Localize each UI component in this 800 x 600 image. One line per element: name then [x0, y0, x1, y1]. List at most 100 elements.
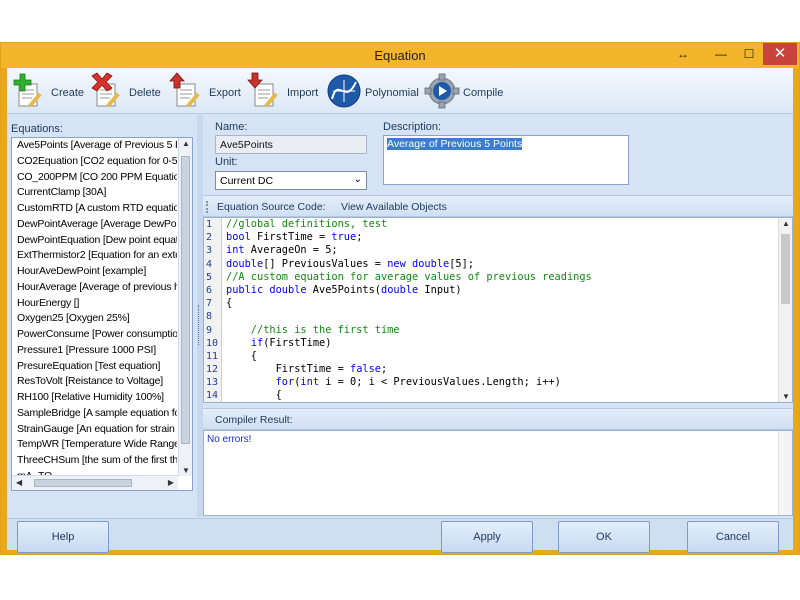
equation-list-item[interactable]: Oxygen25 [Oxygen 25%]: [12, 311, 177, 327]
equations-panel: Equations: Ave5Points [Average of Previo…: [7, 115, 197, 517]
line-number: 4: [206, 258, 213, 270]
equation-list-item[interactable]: DewPointEquation [Dew point equation: [12, 233, 177, 249]
equations-scroll-thumb[interactable]: [181, 156, 190, 444]
equation-list-item[interactable]: HourAverage [Average of previous hour: [12, 280, 177, 296]
title-bar[interactable]: Equation ↔ — ☐ ✕: [1, 43, 799, 68]
code-scroll-up-icon[interactable]: ▲: [782, 219, 790, 228]
equation-list-item[interactable]: ResToVolt [Reistance to Voltage]: [12, 374, 177, 390]
code-line: //A custom equation for average values o…: [226, 270, 592, 283]
minimize-button[interactable]: —: [707, 43, 735, 65]
line-number: 1: [206, 219, 213, 230]
line-number: 3: [206, 245, 213, 257]
ok-button[interactable]: OK: [558, 521, 650, 553]
header-grip-icon: [206, 201, 209, 213]
code-editor[interactable]: 1 2 3 4 5 6 7 8 9 10 11 12 13 14 //global definitions…: [203, 217, 793, 403]
polynomial-button[interactable]: Polynomial: [325, 70, 419, 112]
equation-list-item[interactable]: CO_200PPM [CO 200 PPM Equation]: [12, 170, 177, 186]
scroll-down-icon[interactable]: ▼: [182, 466, 190, 475]
line-number-gutter: 1 2 3 4 5 6 7 8 9 10 11 12 13 14: [204, 218, 222, 402]
compile-button[interactable]: Compile: [423, 70, 503, 112]
description-field[interactable]: Average of Previous 5 Points: [383, 135, 629, 185]
equations-list-items: Ave5Points [Average of Previous 5 Poir CO…: [12, 138, 177, 485]
code-line: double[] PreviousValues = new double[5];: [226, 257, 475, 270]
unit-select[interactable]: Current DC ⌄: [215, 171, 367, 190]
maximize-button[interactable]: ☐: [735, 43, 763, 65]
equation-list-item[interactable]: ExtThermistor2 [Equation for an externa: [12, 248, 177, 264]
name-field[interactable]: Ave5Points: [215, 135, 367, 154]
compiler-result-label: Compiler Result:: [215, 414, 293, 426]
import-icon: [247, 72, 285, 110]
equation-list-item[interactable]: StrainGauge [An equation for strain gau: [12, 422, 177, 438]
equation-list-item[interactable]: PresureEquation [Test equation]: [12, 359, 177, 375]
equation-list-item[interactable]: HourEnergy []: [12, 296, 177, 312]
equation-list-item[interactable]: HourAveDewPoint [example]: [12, 264, 177, 280]
equations-hscroll-thumb[interactable]: [34, 479, 132, 487]
close-button[interactable]: ✕: [763, 43, 797, 65]
equation-list-item[interactable]: RH100 [Relative Humidity 100%]: [12, 390, 177, 406]
cancel-button[interactable]: Cancel: [687, 521, 779, 553]
equation-list-item[interactable]: CustomRTD [A custom RTD equation]: [12, 201, 177, 217]
code-line: public double Ave5Points(double Input): [226, 283, 462, 296]
chevron-down-icon[interactable]: ⌄: [354, 174, 362, 185]
equation-list-item[interactable]: DewPointAverage [Average DewPoint]: [12, 217, 177, 233]
code-vertical-scrollbar[interactable]: ▲ ▼: [778, 218, 792, 402]
equation-list-item[interactable]: SampleBridge [A sample equation for iL: [12, 406, 177, 422]
equation-list-item[interactable]: ThreeCHSum [the sum of the first three: [12, 453, 177, 469]
line-number: 9: [206, 324, 213, 336]
equation-list-item[interactable]: CurrentClamp [30A]: [12, 185, 177, 201]
button-bar: Help Apply OK Cancel: [7, 518, 793, 553]
view-available-objects-link[interactable]: View Available Objects: [341, 201, 447, 213]
source-code-header: Equation Source Code: View Available Obj…: [203, 195, 793, 217]
scroll-right-icon[interactable]: ▶: [168, 478, 174, 487]
apply-button[interactable]: Apply: [441, 521, 533, 553]
compiler-result-header: Compiler Result:: [203, 408, 793, 430]
import-button[interactable]: Import: [247, 70, 318, 112]
line-number: 2: [206, 232, 213, 244]
equations-vertical-scrollbar[interactable]: ▲ ▼: [178, 138, 192, 476]
line-number: 13: [206, 377, 219, 389]
equation-list-item[interactable]: Ave5Points [Average of Previous 5 Poir: [12, 138, 177, 154]
code-line: int AverageOn = 5;: [226, 244, 338, 257]
equations-label: Equations:: [11, 123, 63, 135]
line-number: 12: [206, 364, 219, 376]
create-button[interactable]: Create: [11, 70, 84, 112]
scroll-left-icon[interactable]: ◀: [16, 478, 22, 487]
equation-list-item[interactable]: TempWR [Temperature Wide Range]: [12, 437, 177, 453]
code-line: FirstTime = false;: [226, 363, 388, 376]
scroll-up-icon[interactable]: ▲: [182, 139, 190, 148]
code-scroll-thumb[interactable]: [781, 234, 790, 304]
compiler-result-text: No errors!: [207, 434, 252, 445]
compiler-vertical-scrollbar[interactable]: [778, 431, 792, 515]
code-line: for(int i = 0; i < PreviousValues.Length…: [275, 376, 561, 389]
polynomial-label: Polynomial: [365, 87, 419, 99]
line-number: 14: [206, 390, 219, 402]
equation-list-item[interactable]: CO2Equation [CO2 equation for 0-5VD(: [12, 154, 177, 170]
equation-list-item[interactable]: PowerConsume [Power consumption]: [12, 327, 177, 343]
line-number: 11: [206, 350, 219, 362]
description-value: Average of Previous 5 Points: [387, 138, 523, 150]
window-client: Create Delete Export Import Polynomial C…: [7, 68, 793, 553]
delete-icon: [89, 72, 127, 110]
delete-button[interactable]: Delete: [89, 70, 161, 112]
export-label: Export: [209, 87, 241, 99]
resize-icon[interactable]: ↔: [671, 43, 695, 65]
equations-list[interactable]: Ave5Points [Average of Previous 5 Poir CO…: [11, 137, 193, 491]
line-number: 5: [206, 271, 213, 283]
export-icon: [169, 72, 207, 110]
compiler-result-box[interactable]: No errors!: [203, 430, 793, 516]
equation-properties: Name: Ave5Points Unit: Current DC ⌄ Desc…: [203, 115, 793, 195]
code-lines: //global definitions, test bool FirstTime…: [226, 218, 776, 402]
line-number: 7: [206, 298, 213, 310]
splitter-grip[interactable]: [198, 305, 202, 345]
create-label: Create: [51, 87, 85, 99]
equations-horizontal-scrollbar[interactable]: ◀ ▶: [12, 475, 178, 490]
export-button[interactable]: Export: [169, 70, 241, 112]
code-scroll-down-icon[interactable]: ▼: [782, 392, 790, 401]
code-line: {: [226, 389, 282, 402]
line-number: 10: [206, 337, 219, 349]
code-line: bool FirstTime = true;: [226, 231, 363, 244]
import-label: Import: [287, 87, 319, 99]
equation-list-item[interactable]: Pressure1 [Pressure 1000 PSI]: [12, 343, 177, 359]
help-button[interactable]: Help: [17, 521, 109, 553]
